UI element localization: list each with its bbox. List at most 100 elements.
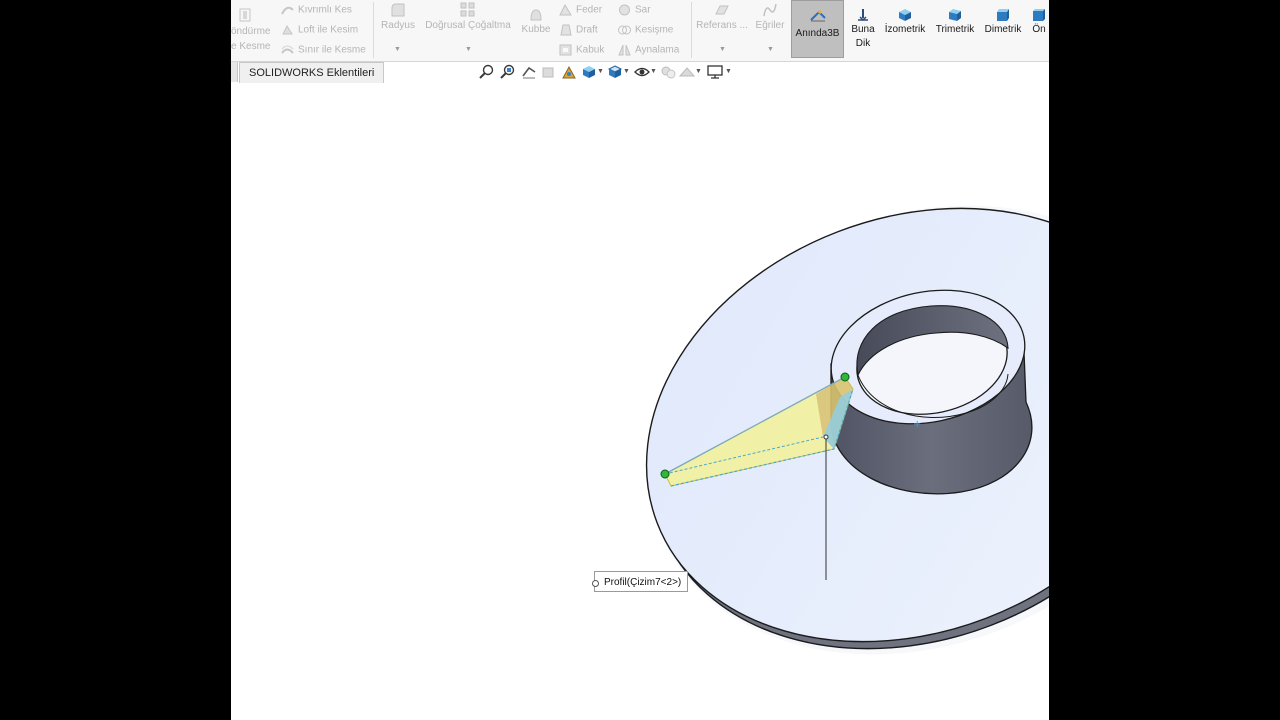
- zoom-to-fit-icon[interactable]: [479, 64, 495, 80]
- view-orientation-dropdown-icon[interactable]: ▼: [597, 68, 604, 75]
- graphics-area[interactable]: + Profil(Çizim7<2>): [231, 84, 1049, 720]
- draft-icon: [560, 24, 572, 36]
- instant3d-button[interactable]: Anında3B: [791, 0, 844, 58]
- isometric-cube-icon: [899, 9, 911, 21]
- view-settings-icon[interactable]: [707, 64, 723, 80]
- swept-cut-label: Kıvrımlı Kes: [298, 4, 352, 16]
- isometric-label: İzometrik: [884, 24, 926, 35]
- view-orientation-icon[interactable]: [581, 64, 597, 80]
- instant3d-label: Anında3B: [795, 28, 840, 39]
- zoom-area-icon[interactable]: [500, 64, 516, 80]
- dome-icon: [530, 9, 542, 21]
- previous-view-icon[interactable]: [521, 64, 537, 80]
- linear-pattern-icon: [460, 2, 475, 17]
- dynamic-annotation-icon[interactable]: [561, 64, 577, 80]
- fillet-button[interactable]: Radyus: [380, 2, 416, 31]
- dimetric-button[interactable]: Dimetrik: [981, 6, 1025, 37]
- hide-show-dropdown-icon[interactable]: ▼: [650, 68, 657, 75]
- normal-to-label: Buna Dik: [851, 24, 875, 49]
- sketch-endpoint[interactable]: [660, 469, 670, 479]
- lofted-cut-icon: [282, 24, 293, 35]
- wrap-button[interactable]: Sar: [618, 4, 651, 16]
- curves-button[interactable]: Eğriler: [753, 2, 787, 31]
- boundary-cut-icon: [281, 45, 294, 54]
- boundary-cut-button[interactable]: Sınır ile Kesme: [281, 44, 366, 56]
- rib-button[interactable]: Feder: [559, 4, 602, 16]
- ribbon-separator: [691, 2, 692, 58]
- wrap-label: Sar: [635, 4, 651, 16]
- sketch-endpoint[interactable]: [840, 372, 850, 382]
- trimetric-label: Trimetrik: [935, 24, 975, 35]
- trimetric-cube-icon: [949, 9, 961, 21]
- normal-to-button[interactable]: Buna Dik: [848, 6, 878, 51]
- dimetric-label: Dimetrik: [984, 24, 1022, 35]
- draft-label: Draft: [576, 24, 598, 36]
- command-manager-ribbon: öndürme e Kesme Kıvrımlı Kes Loft ile Ke…: [231, 0, 1049, 62]
- front-view-button[interactable]: Ön: [1029, 6, 1049, 37]
- origin-marker: +: [913, 419, 921, 430]
- solidworks-window: öndürme e Kesme Kıvrımlı Kes Loft ile Ke…: [231, 0, 1049, 720]
- edit-appearance-icon[interactable]: [660, 64, 676, 80]
- display-style-dropdown-icon[interactable]: ▼: [623, 68, 630, 75]
- revolved-cut-button[interactable]: [239, 8, 255, 22]
- section-view-icon[interactable]: [541, 64, 557, 80]
- shell-button[interactable]: Kabuk: [559, 44, 604, 56]
- revolved-cut-icon: [239, 8, 251, 22]
- isometric-button[interactable]: İzometrik: [880, 6, 930, 37]
- callout-dot: [592, 580, 599, 587]
- apply-scene-dropdown-icon[interactable]: ▼: [695, 68, 702, 75]
- mirror-label: Aynalama: [635, 44, 680, 56]
- profile-callout[interactable]: Profil(Çizim7<2>): [592, 571, 689, 592]
- swept-cut-button[interactable]: Kıvrımlı Kes: [281, 4, 352, 16]
- front-view-icon: [1033, 9, 1045, 21]
- front-view-label: Ön: [1032, 24, 1046, 35]
- hide-show-icon[interactable]: [634, 64, 650, 80]
- tab-previous[interactable]: [231, 62, 238, 82]
- washer-part: +: [645, 205, 1049, 655]
- apply-scene-icon[interactable]: [679, 64, 695, 80]
- profile-callout-label: Profil(Çizim7<2>): [604, 577, 682, 588]
- intersect-icon: [618, 25, 631, 35]
- swept-cut-icon: [281, 6, 294, 15]
- linear-pattern-button[interactable]: Doğrusal Çoğaltma: [422, 2, 514, 31]
- dimetric-cube-icon: [997, 9, 1009, 21]
- curves-icon: [763, 3, 777, 17]
- rib-icon: [559, 4, 572, 16]
- revolved-cut-label-2: e Kesme: [231, 41, 271, 52]
- mirror-button[interactable]: Aynalama: [618, 44, 679, 56]
- display-style-icon[interactable]: [607, 64, 623, 80]
- rib-label: Feder: [576, 4, 603, 16]
- ribbon-separator: [373, 2, 374, 58]
- fillet-icon: [391, 3, 405, 17]
- trimetric-button[interactable]: Trimetrik: [933, 6, 977, 37]
- intersect-label: Kesişme: [635, 24, 674, 36]
- tab-solidworks-addins[interactable]: SOLIDWORKS Eklentileri: [239, 62, 385, 83]
- reference-dropdown-icon[interactable]: ▼: [719, 46, 726, 53]
- curves-dropdown-icon[interactable]: ▼: [767, 46, 774, 53]
- mirror-icon: [618, 44, 631, 56]
- fillet-label: Radyus: [381, 20, 415, 31]
- instant3d-icon: [810, 10, 826, 22]
- dome-button[interactable]: Kubbe: [520, 8, 552, 35]
- shell-label: Kabuk: [576, 44, 605, 56]
- reference-geometry-label: Referans ...: [696, 20, 748, 31]
- reference-geometry-icon: [715, 5, 729, 15]
- draft-button[interactable]: Draft: [559, 24, 598, 36]
- reference-geometry-button[interactable]: Referans ...: [694, 2, 750, 31]
- curves-label: Eğriler: [755, 20, 785, 31]
- lofted-cut-label: Loft ile Kesim: [298, 24, 359, 36]
- lofted-cut-button[interactable]: Loft ile Kesim: [281, 24, 358, 36]
- linear-pattern-label: Doğrusal Çoğaltma: [425, 20, 511, 31]
- wrap-icon: [619, 4, 630, 16]
- 3d-model-canvas: +: [645, 205, 1049, 655]
- boundary-cut-label: Sınır ile Kesme: [298, 44, 366, 56]
- normal-to-icon: [858, 9, 868, 22]
- shell-icon: [559, 44, 572, 56]
- linear-pattern-dropdown-icon[interactable]: ▼: [465, 46, 472, 53]
- view-settings-dropdown-icon[interactable]: ▼: [725, 68, 732, 75]
- dome-label: Kubbe: [521, 24, 551, 35]
- callout-anchor: [823, 434, 829, 440]
- intersect-button[interactable]: Kesişme: [618, 24, 673, 36]
- revolved-cut-label: öndürme: [231, 26, 271, 37]
- fillet-dropdown-icon[interactable]: ▼: [394, 46, 401, 53]
